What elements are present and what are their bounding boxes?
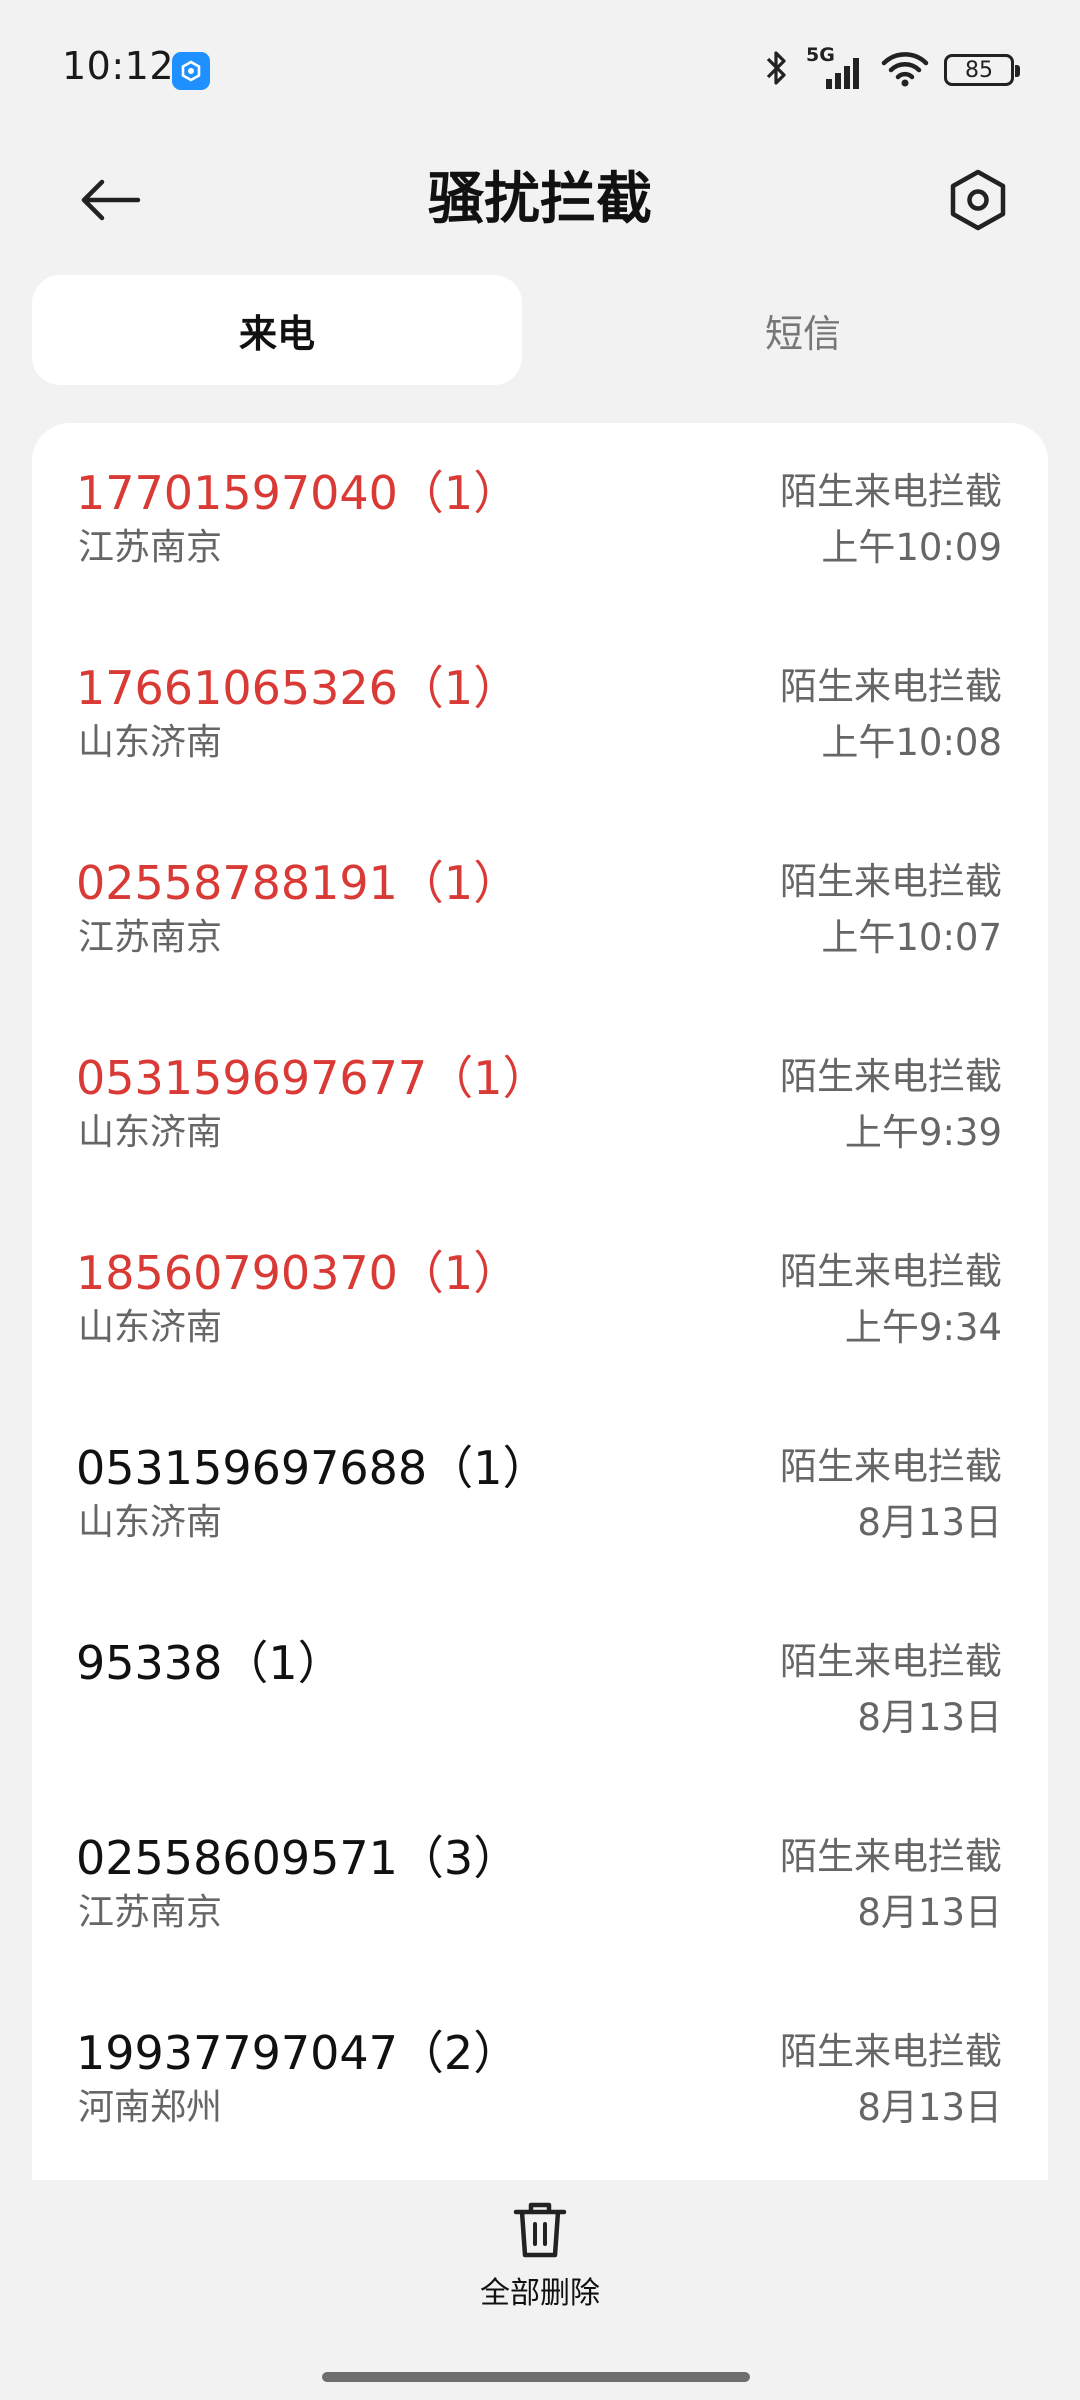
- caller-number: 18560790370（1）: [76, 1246, 520, 1300]
- signal-icon: 5G: [806, 44, 866, 92]
- caller-number: 17661065326（1）: [76, 661, 520, 715]
- list-item[interactable]: 18560790370（1） 山东济南 陌生来电拦截 上午9:34: [32, 1203, 1048, 1398]
- caller-location: 江苏南京: [78, 917, 223, 958]
- block-type: 陌生来电拦截: [780, 860, 1002, 903]
- caller-number: 02558609571（3）: [76, 1831, 520, 1885]
- list-item[interactable]: 17701597040（1） 江苏南京 陌生来电拦截 上午10:09: [32, 423, 1048, 618]
- caller-location: 江苏南京: [78, 527, 223, 568]
- list-item[interactable]: 02558788191（1） 江苏南京 陌生来电拦截 上午10:07: [32, 813, 1048, 1008]
- block-type: 陌生来电拦截: [780, 665, 1002, 708]
- bluetooth-icon: [762, 48, 792, 92]
- caller-location: 山东济南: [78, 1112, 223, 1153]
- battery-level: 85: [965, 57, 993, 83]
- caller-location: 河南郑州: [78, 2087, 223, 2128]
- settings-icon: [950, 169, 1006, 231]
- caller-location: 山东济南: [78, 1502, 223, 1543]
- tab-calls[interactable]: 来电: [32, 275, 522, 385]
- caller-location: 山东济南: [78, 722, 223, 763]
- call-time: 8月13日: [857, 1501, 1002, 1544]
- tab-bar: 来电 短信: [32, 275, 1048, 385]
- call-time: 上午9:39: [844, 1111, 1002, 1154]
- bottom-action-bar: 全部删除: [0, 2180, 1080, 2400]
- block-type: 陌生来电拦截: [780, 470, 1002, 513]
- call-time: 8月13日: [857, 2086, 1002, 2129]
- block-type: 陌生来电拦截: [780, 1250, 1002, 1293]
- caller-location: 山东济南: [78, 1307, 223, 1348]
- page-title: 骚扰拦截: [428, 167, 652, 232]
- list-item[interactable]: 053159697677（1） 山东济南 陌生来电拦截 上午9:39: [32, 1008, 1048, 1203]
- call-time: 上午10:07: [821, 916, 1002, 959]
- status-icons: 5G 85: [762, 44, 1020, 92]
- call-time: 上午9:34: [844, 1306, 1002, 1349]
- wifi-icon: [880, 48, 930, 92]
- block-type: 陌生来电拦截: [780, 1835, 1002, 1878]
- caller-number: 053159697688（1）: [76, 1441, 549, 1495]
- call-time: 8月13日: [857, 1696, 1002, 1739]
- list-item[interactable]: 17661065326（1） 山东济南 陌生来电拦截 上午10:08: [32, 618, 1048, 813]
- list-item[interactable]: 95338（1） 陌生来电拦截 8月13日: [32, 1593, 1048, 1788]
- caller-number: 19937797047（2）: [76, 2026, 520, 2080]
- home-indicator[interactable]: [322, 2372, 750, 2382]
- delete-all-button[interactable]: 全部删除: [440, 2200, 640, 2320]
- battery-icon: 85: [944, 54, 1020, 86]
- trash-icon: [513, 2202, 567, 2258]
- delete-all-label: 全部删除: [480, 2276, 600, 2311]
- header: 骚扰拦截: [0, 140, 1080, 280]
- app-notification-icon: [172, 52, 210, 90]
- call-time: 8月13日: [857, 1891, 1002, 1934]
- caller-number: 053159697677（1）: [76, 1051, 549, 1105]
- list-item[interactable]: 19937797047（2） 河南郑州 陌生来电拦截 8月13日: [32, 1983, 1048, 2178]
- tab-messages[interactable]: 短信: [558, 275, 1048, 385]
- settings-button[interactable]: [932, 154, 1024, 246]
- caller-number: 17701597040（1）: [76, 466, 520, 520]
- call-time: 上午10:08: [821, 721, 1002, 764]
- block-type: 陌生来电拦截: [780, 2030, 1002, 2073]
- block-type: 陌生来电拦截: [780, 1445, 1002, 1488]
- call-time: 上午10:09: [821, 526, 1002, 569]
- caller-location: 江苏南京: [78, 1892, 223, 1933]
- block-type: 陌生来电拦截: [780, 1640, 1002, 1683]
- list-item[interactable]: 02558609571（3） 江苏南京 陌生来电拦截 8月13日: [32, 1788, 1048, 1983]
- block-type: 陌生来电拦截: [780, 1055, 1002, 1098]
- status-time: 10:12: [62, 44, 175, 88]
- caller-number: 95338（1）: [76, 1636, 344, 1690]
- status-bar: 10:12 5G 85: [0, 0, 1080, 140]
- list-item[interactable]: 053159697688（1） 山东济南 陌生来电拦截 8月13日: [32, 1398, 1048, 1593]
- caller-number: 02558788191（1）: [76, 856, 520, 910]
- blocked-calls-list: 17701597040（1） 江苏南京 陌生来电拦截 上午10:09 17661…: [32, 423, 1048, 2180]
